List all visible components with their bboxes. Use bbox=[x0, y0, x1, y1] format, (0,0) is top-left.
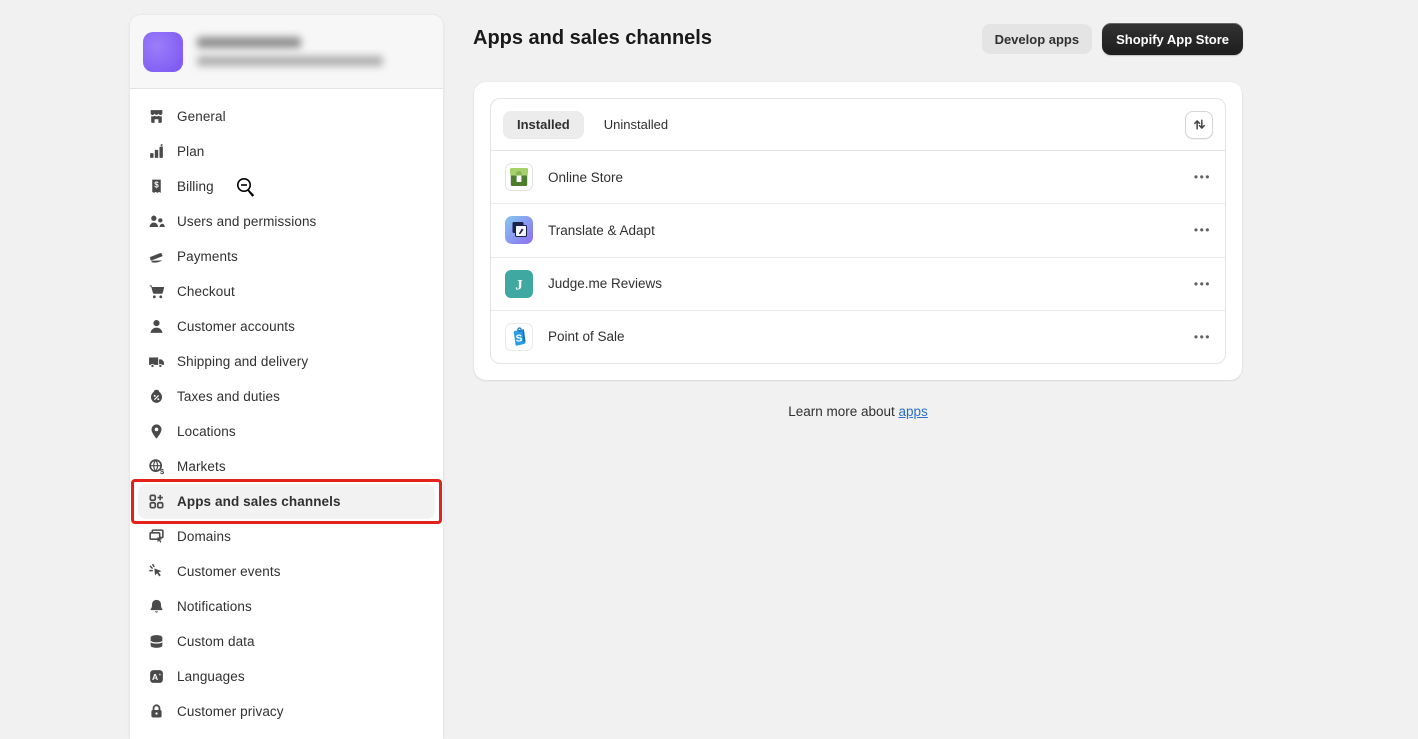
sidebar-item-shipping-delivery[interactable]: Shipping and delivery bbox=[138, 344, 435, 379]
sidebar-item-label: Customer events bbox=[177, 564, 281, 579]
app-name: Online Store bbox=[548, 170, 623, 185]
cart-icon bbox=[148, 283, 165, 300]
database-icon bbox=[148, 633, 165, 650]
map-pin-icon bbox=[148, 423, 165, 440]
sidebar-item-label: Customer accounts bbox=[177, 319, 295, 334]
billing-receipt-icon: $ bbox=[148, 178, 165, 195]
svg-text:$: $ bbox=[154, 181, 159, 190]
app-row-translate-adapt[interactable]: Translate & Adapt ••• bbox=[491, 203, 1225, 256]
shopify-settings-screen: General Plan $ Billing Users and permiss… bbox=[0, 0, 1418, 739]
horizontal-dots-icon[interactable]: ••• bbox=[1194, 171, 1211, 183]
users-icon bbox=[148, 213, 165, 230]
app-row-online-store[interactable]: Online Store ••• bbox=[491, 151, 1225, 203]
app-name: Point of Sale bbox=[548, 329, 625, 344]
sidebar-item-customer-privacy[interactable]: Customer privacy bbox=[138, 694, 435, 729]
bell-icon bbox=[148, 598, 165, 615]
sidebar-item-label: Apps and sales channels bbox=[177, 494, 341, 509]
sidebar-item-label: Payments bbox=[177, 249, 238, 264]
apps-link[interactable]: apps bbox=[899, 404, 928, 419]
store-meta bbox=[197, 37, 383, 66]
sidebar-item-apps-sales-channels[interactable]: Apps and sales channels bbox=[138, 484, 435, 519]
store-name-redacted bbox=[197, 37, 301, 48]
settings-sidebar: General Plan $ Billing Users and permiss… bbox=[129, 14, 444, 739]
tax-bag-icon bbox=[148, 388, 165, 405]
horizontal-dots-icon[interactable]: ••• bbox=[1194, 331, 1211, 343]
cursor-sparks-icon bbox=[148, 563, 165, 580]
sidebar-item-label: Plan bbox=[177, 144, 204, 159]
settings-nav: General Plan $ Billing Users and permiss… bbox=[130, 89, 443, 729]
app-name: Translate & Adapt bbox=[548, 223, 655, 238]
develop-apps-button[interactable]: Develop apps bbox=[982, 24, 1093, 54]
app-row-judgeme-reviews[interactable]: J Judge.me Reviews ••• bbox=[491, 257, 1225, 310]
store-icon bbox=[148, 108, 165, 125]
sidebar-item-general[interactable]: General bbox=[138, 99, 435, 134]
app-name: Judge.me Reviews bbox=[548, 276, 662, 291]
sidebar-item-payments[interactable]: Payments bbox=[138, 239, 435, 274]
sidebar-item-label: Domains bbox=[177, 529, 231, 544]
sidebar-item-label: Customer privacy bbox=[177, 704, 284, 719]
learn-more-prefix: Learn more about bbox=[788, 404, 898, 419]
horizontal-dots-icon[interactable]: ••• bbox=[1194, 278, 1211, 290]
tab-uninstalled[interactable]: Uninstalled bbox=[590, 111, 682, 139]
sidebar-item-label: Users and permissions bbox=[177, 214, 316, 229]
sidebar-item-locations[interactable]: Locations bbox=[138, 414, 435, 449]
svg-text:$: $ bbox=[160, 467, 165, 475]
person-icon bbox=[148, 318, 165, 335]
language-icon: A* bbox=[148, 668, 165, 685]
sidebar-item-label: Locations bbox=[177, 424, 236, 439]
sidebar-item-label: Checkout bbox=[177, 284, 235, 299]
lock-icon bbox=[148, 703, 165, 720]
sort-button[interactable] bbox=[1185, 111, 1213, 139]
sidebar-item-label: Shipping and delivery bbox=[177, 354, 308, 369]
store-avatar bbox=[143, 32, 183, 72]
truck-icon bbox=[148, 353, 165, 370]
shopify-app-store-button[interactable]: Shopify App Store bbox=[1102, 23, 1243, 55]
sidebar-item-taxes-duties[interactable]: Taxes and duties bbox=[138, 379, 435, 414]
app-row-point-of-sale[interactable]: S Point of Sale ••• bbox=[491, 310, 1225, 363]
learn-more-text: Learn more about apps bbox=[474, 404, 1242, 419]
sidebar-item-checkout[interactable]: Checkout bbox=[138, 274, 435, 309]
translate-adapt-icon bbox=[505, 216, 533, 244]
point-of-sale-icon: S bbox=[505, 323, 533, 351]
apps-grid-icon bbox=[148, 493, 165, 510]
sidebar-item-custom-data[interactable]: Custom data bbox=[138, 624, 435, 659]
sort-arrows-icon bbox=[1192, 117, 1207, 132]
globe-icon: $ bbox=[148, 458, 165, 475]
svg-text:S: S bbox=[515, 333, 523, 344]
store-header[interactable] bbox=[130, 15, 443, 89]
sidebar-item-markets[interactable]: $ Markets bbox=[138, 449, 435, 484]
horizontal-dots-icon[interactable]: ••• bbox=[1194, 224, 1211, 236]
sidebar-item-label: Billing bbox=[177, 179, 214, 194]
header-actions: Develop apps Shopify App Store bbox=[982, 23, 1243, 55]
sidebar-item-label: Markets bbox=[177, 459, 226, 474]
page-title: Apps and sales channels bbox=[473, 27, 712, 50]
apps-panel-header: Installed Uninstalled bbox=[491, 99, 1225, 151]
sidebar-item-users-permissions[interactable]: Users and permissions bbox=[138, 204, 435, 239]
sidebar-item-domains[interactable]: Domains bbox=[138, 519, 435, 554]
sidebar-item-label: General bbox=[177, 109, 226, 124]
sidebar-item-label: Notifications bbox=[177, 599, 252, 614]
sidebar-item-notifications[interactable]: Notifications bbox=[138, 589, 435, 624]
tab-installed[interactable]: Installed bbox=[503, 111, 584, 139]
sidebar-item-billing[interactable]: $ Billing bbox=[138, 169, 435, 204]
apps-panel: Installed Uninstalled Online Store ••• T… bbox=[490, 98, 1226, 364]
plan-chart-icon bbox=[148, 143, 165, 160]
online-store-icon bbox=[505, 163, 533, 191]
svg-text:A: A bbox=[152, 672, 158, 682]
svg-text:J: J bbox=[515, 277, 523, 293]
sidebar-item-customer-accounts[interactable]: Customer accounts bbox=[138, 309, 435, 344]
sidebar-item-languages[interactable]: A* Languages bbox=[138, 659, 435, 694]
sidebar-item-label: Languages bbox=[177, 669, 245, 684]
sidebar-item-label: Custom data bbox=[177, 634, 255, 649]
payments-icon bbox=[148, 248, 165, 265]
judgeme-reviews-icon: J bbox=[505, 270, 533, 298]
apps-card: Installed Uninstalled Online Store ••• T… bbox=[474, 82, 1242, 380]
sidebar-item-plan[interactable]: Plan bbox=[138, 134, 435, 169]
sidebar-item-label: Taxes and duties bbox=[177, 389, 280, 404]
store-email-redacted bbox=[197, 56, 383, 66]
sidebar-item-customer-events[interactable]: Customer events bbox=[138, 554, 435, 589]
domains-icon bbox=[148, 528, 165, 545]
